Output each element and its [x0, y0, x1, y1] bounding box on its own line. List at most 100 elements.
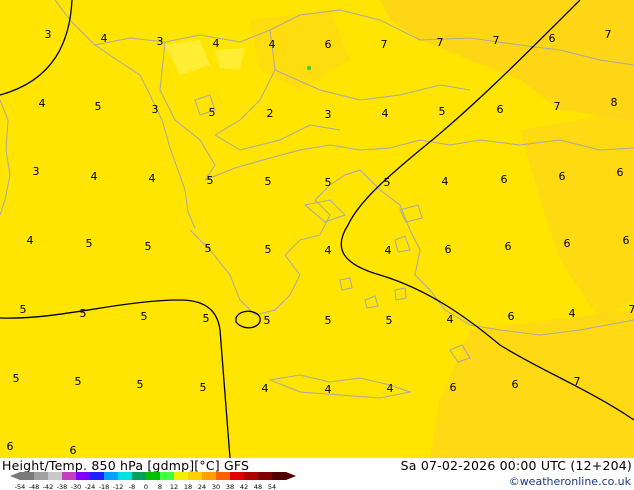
temperature-label: 3: [157, 35, 164, 48]
color-scale-swatch: [20, 472, 34, 480]
temperature-label: 5: [80, 307, 87, 320]
color-scale-tick-label: 48: [254, 483, 262, 490]
temperature-label: 4: [101, 32, 108, 45]
temperature-label: 5: [86, 237, 93, 250]
temperature-label: 5: [205, 242, 212, 255]
color-scale-swatch: [174, 472, 188, 480]
map-title: Height/Temp. 850 hPa [gdmp][°C] GFS: [2, 458, 250, 473]
temperature-label: 5: [141, 310, 148, 323]
forecast-datetime: Sa 07-02-2026 00:00 UTC (12+204): [400, 458, 632, 473]
temperature-label: 3: [152, 103, 159, 116]
color-scale-tick-label: -48: [29, 483, 40, 490]
color-scale-swatch: [244, 472, 258, 480]
temperature-label: 4: [382, 107, 389, 120]
color-scale-tick-label: -18: [99, 483, 110, 490]
temperature-label: 6: [450, 381, 457, 394]
temperature-label: 7: [629, 303, 634, 316]
color-scale-tick-label: 0: [144, 483, 148, 490]
temperature-label: 2: [267, 107, 274, 120]
temperature-label: 6: [508, 310, 515, 323]
temperature-label: 7: [437, 36, 444, 49]
temperature-label: 6: [70, 444, 77, 457]
temperature-label: 5: [137, 378, 144, 391]
color-scale-legend: -54 -48 -42 -38 -30 -24 -18 -12 -8 0 8 12 18 24 30 38 42…: [10, 472, 296, 490]
color-scale-swatch: [188, 472, 202, 480]
temperature-label: 5: [384, 176, 391, 189]
temperature-label: 7: [574, 375, 581, 388]
color-scale-swatch: [216, 472, 230, 480]
color-scale-swatch: [146, 472, 160, 480]
temperature-label: 6: [325, 38, 332, 51]
color-scale-swatch: [76, 472, 90, 480]
color-scale-tick-label: -8: [129, 483, 135, 490]
color-scale-tick-label: 8: [158, 483, 162, 490]
color-scale-swatch: [160, 472, 174, 480]
color-scale-swatch: [48, 472, 62, 480]
color-scale-tick-label: 12: [170, 483, 178, 490]
color-scale-swatch: [258, 472, 272, 480]
temperature-label: 6: [512, 378, 519, 391]
temperature-label: 4: [27, 234, 34, 247]
temperature-label: 5: [13, 372, 20, 385]
color-scale-tick-label: -42: [43, 483, 54, 490]
temperature-label: 6: [7, 440, 14, 453]
temperature-label: 7: [605, 28, 612, 41]
temperature-label: 5: [325, 314, 332, 327]
color-scale-tick-label: -24: [85, 483, 96, 490]
weather-map-view: 3434467776745352345678344555546664555544…: [0, 0, 634, 490]
station-marker: [306, 65, 312, 71]
credit-link[interactable]: ©weatheronline.co.uk: [509, 475, 631, 488]
temperature-label: 6: [501, 173, 508, 186]
temperature-label: 5: [200, 381, 207, 394]
temperature-label: 4: [39, 97, 46, 110]
color-scale-tick-label: 30: [212, 483, 220, 490]
temperature-label: 6: [564, 237, 571, 250]
color-scale-swatch: [118, 472, 132, 480]
temperature-label: 6: [559, 170, 566, 183]
color-scale-tick-label: -12: [113, 483, 124, 490]
temperature-label: 5: [439, 105, 446, 118]
temperature-label: 5: [265, 175, 272, 188]
color-scale-swatch: [90, 472, 104, 480]
temperature-label: 4: [387, 382, 394, 395]
color-scale-swatch: [202, 472, 216, 480]
temperature-label: 4: [442, 175, 449, 188]
temperature-label: 5: [264, 314, 271, 327]
color-scale-swatch: [104, 472, 118, 480]
temperature-label: 6: [445, 243, 452, 256]
temperature-label: 4: [447, 313, 454, 326]
temperature-map: 3 4 3 4 4 6 7 7 7 6 7 4 5 3 5 2 3 4 5 6 7 8 3 4 4 5 5 5 5 4 6 6 6 4 5 5 5 5 4 4…: [0, 0, 634, 458]
temperature-label: 5: [145, 240, 152, 253]
temperature-label: 3: [45, 28, 52, 41]
temperature-label: 6: [549, 32, 556, 45]
temperature-label: 4: [325, 244, 332, 257]
color-scale-swatch: [34, 472, 48, 480]
color-scale-swatch: [230, 472, 244, 480]
temperature-label: 6: [623, 234, 630, 247]
temperature-label: 4: [569, 307, 576, 320]
color-scale-tick-label: 24: [198, 483, 206, 490]
color-scale-tick-label: -54: [15, 483, 26, 490]
temperature-label: 7: [554, 100, 561, 113]
color-scale-tick-label: 54: [268, 483, 276, 490]
color-scale-swatch: [132, 472, 146, 480]
color-scale-tick-label: -30: [71, 483, 82, 490]
temperature-label: 6: [617, 166, 624, 179]
temperature-label: 3: [33, 165, 40, 178]
color-scale-tick-label: -38: [57, 483, 68, 490]
color-scale-swatch: [62, 472, 76, 480]
temperature-label: 3: [325, 108, 332, 121]
color-scale-swatch: [272, 472, 286, 480]
color-scale-tick-label: 42: [240, 483, 248, 490]
temperature-label: 5: [209, 106, 216, 119]
color-scale-right-arrow: [286, 472, 296, 480]
temperature-label: 5: [265, 243, 272, 256]
temperature-label: 5: [20, 303, 27, 316]
temperature-label: 5: [203, 312, 210, 325]
temperature-label: 4: [262, 382, 269, 395]
temperature-label: 4: [91, 170, 98, 183]
temperature-label: 8: [611, 96, 618, 109]
temperature-label: 4: [385, 244, 392, 257]
temperature-label: 7: [381, 38, 388, 51]
temperature-label: 5: [325, 176, 332, 189]
